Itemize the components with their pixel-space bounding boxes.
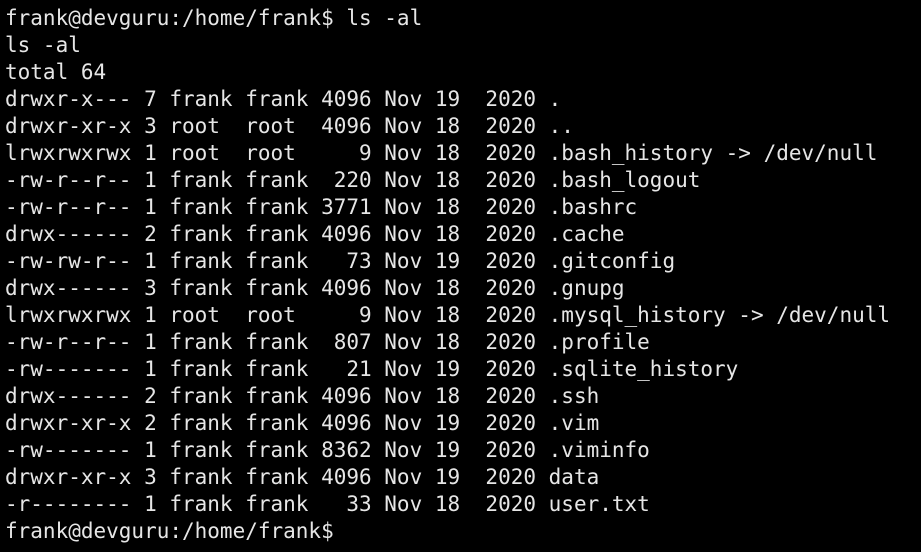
listing-row: -rw-r--r-- 1 frank frank 220 Nov 18 2020… [5, 168, 701, 192]
listing-row: lrwxrwxrwx 1 root root 9 Nov 18 2020 .my… [5, 303, 891, 327]
listing-row: drwxr-xr-x 2 frank frank 4096 Nov 19 202… [5, 411, 600, 435]
listing-row: drwx------ 2 frank frank 4096 Nov 18 202… [5, 384, 600, 408]
terminal-window[interactable]: frank@devguru:/home/frank$ ls -al ls -al… [0, 0, 921, 552]
command-line: frank@devguru:/home/frank$ ls -al [5, 6, 423, 30]
listing-row: drwxr-xr-x 3 root root 4096 Nov 18 2020 … [5, 114, 574, 138]
listing-row: -rw-rw-r-- 1 frank frank 73 Nov 19 2020 … [5, 249, 676, 273]
listing-row: -rw-r--r-- 1 frank frank 3771 Nov 18 202… [5, 195, 638, 219]
listing-row: -rw-r--r-- 1 frank frank 807 Nov 18 2020… [5, 330, 650, 354]
shell-prompt[interactable]: frank@devguru:/home/frank$ [5, 518, 921, 545]
listing-row: drwxr-xr-x 3 frank frank 4096 Nov 19 202… [5, 465, 600, 489]
listing-row: drwx------ 3 frank frank 4096 Nov 18 202… [5, 276, 625, 300]
listing-row: lrwxrwxrwx 1 root root 9 Nov 18 2020 .ba… [5, 141, 878, 165]
listing-row: drwx------ 2 frank frank 4096 Nov 18 202… [5, 222, 625, 246]
listing-row: drwxr-x--- 7 frank frank 4096 Nov 19 202… [5, 87, 562, 111]
command-echo-line: ls -al [5, 33, 81, 57]
listing-row: -rw------- 1 frank frank 8362 Nov 19 202… [5, 438, 650, 462]
listing-row: -rw------- 1 frank frank 21 Nov 19 2020 … [5, 357, 739, 381]
total-line: total 64 [5, 60, 107, 84]
listing-row: -r-------- 1 frank frank 33 Nov 18 2020 … [5, 492, 650, 516]
